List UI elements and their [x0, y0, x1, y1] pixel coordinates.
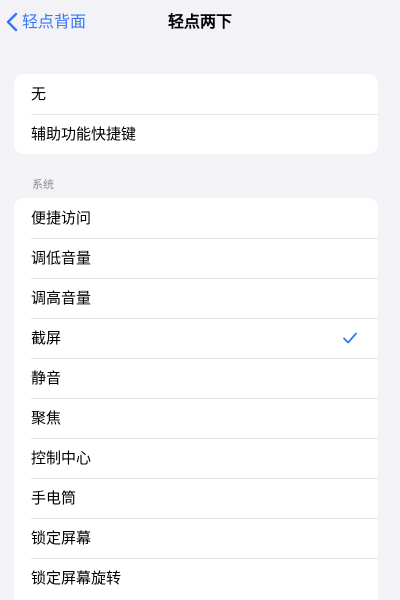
option-row-volume-down[interactable]: 调低音量 — [14, 238, 378, 278]
option-label: 调高音量 — [31, 289, 92, 307]
page-title: 轻点两下 — [167, 12, 232, 31]
option-row-screenshot[interactable]: 截屏 — [14, 318, 378, 358]
option-label: 无 — [31, 85, 47, 103]
option-row-lock-rotation[interactable]: 锁定屏幕旋转 — [14, 558, 378, 598]
option-label: 截屏 — [31, 329, 62, 347]
option-row-accessibility-shortcut[interactable]: 辅助功能快捷键 — [14, 114, 378, 154]
section-header-system: 系统 — [32, 178, 54, 191]
option-label: 辅助功能快捷键 — [31, 125, 137, 143]
option-label: 手电筒 — [31, 489, 77, 507]
option-row-volume-up[interactable]: 调高音量 — [14, 278, 378, 318]
option-group-system: 便捷访问 调低音量 调高音量 截屏 静音 聚焦 控制中心 手电筒 锁定屏幕 锁定… — [14, 198, 378, 600]
option-row-control-center[interactable]: 控制中心 — [14, 438, 378, 478]
option-row-flashlight[interactable]: 手电筒 — [14, 478, 378, 518]
option-label: 聚焦 — [31, 409, 62, 427]
option-label: 调低音量 — [31, 249, 92, 267]
option-label: 便捷访问 — [31, 209, 92, 227]
option-label: 锁定屏幕旋转 — [31, 569, 122, 587]
settings-page: 轻点背面 轻点两下 无 辅助功能快捷键 系统 便捷访问 调低音量 调高音量 截屏 — [0, 0, 400, 600]
checkmark-icon — [342, 330, 358, 346]
navigation-bar: 轻点背面 轻点两下 — [0, 0, 400, 44]
option-label: 控制中心 — [31, 449, 92, 467]
option-group-main: 无 辅助功能快捷键 — [14, 74, 378, 154]
option-row-none[interactable]: 无 — [14, 74, 378, 114]
option-row-reachability[interactable]: 便捷访问 — [14, 198, 378, 238]
option-label: 锁定屏幕 — [31, 529, 92, 547]
option-label: 静音 — [31, 369, 62, 387]
option-row-lock-screen[interactable]: 锁定屏幕 — [14, 518, 378, 558]
option-row-focus[interactable]: 聚焦 — [14, 398, 378, 438]
option-row-mute[interactable]: 静音 — [14, 358, 378, 398]
